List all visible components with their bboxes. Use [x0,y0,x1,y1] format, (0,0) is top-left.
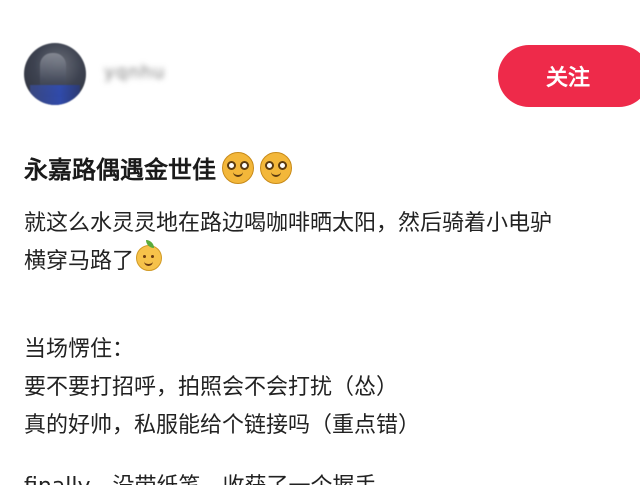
avatar-background [30,85,80,105]
author-name[interactable]: yqnhu [104,62,165,83]
nerd-face-icon [222,151,254,184]
post-detail-page: yqnhu 关注 永嘉路偶遇金世佳 就这么水灵灵地在路边喝咖啡晒太阳，然后骑着小… [0,0,640,485]
post-body-line: 当场愣住： [24,337,135,362]
post-title-text: 永嘉路偶遇金世佳 [24,156,216,184]
post-body-line: 真的好帅，私服能给个链接吗（重点错） [24,413,421,438]
nerd-face-icon [260,151,292,184]
author-avatar[interactable] [24,43,86,105]
post-body-text: 横穿马路了 [24,249,135,274]
post-body-line: 要不要打招呼，拍照会不会打扰（怂） [24,375,399,400]
post-body: 就这么水灵灵地在路边喝咖啡晒太阳，然后骑着小电驴 横穿马路了 当场愣住： 要不要… [24,205,640,445]
post-body-line: 横穿马路了 [24,240,640,281]
smiling-face-icon [136,240,163,271]
post-title: 永嘉路偶遇金世佳 [24,150,292,185]
post-body-line-cut: finally，没带纸笔，收获了一个握手 [24,468,377,485]
follow-button[interactable]: 关注 [498,45,640,107]
post-body-spacer [24,281,640,331]
post-body-line: 就这么水灵灵地在路边喝咖啡晒太阳，然后骑着小电驴 [24,211,553,236]
